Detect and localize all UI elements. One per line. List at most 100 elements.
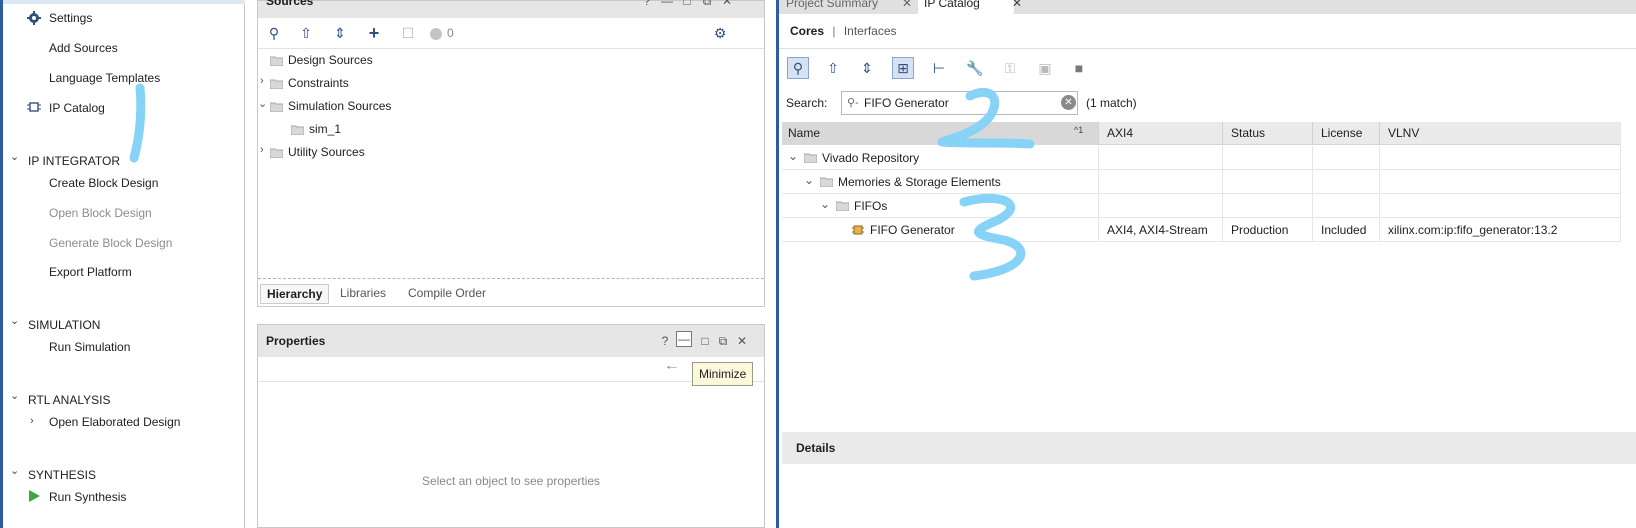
nav-export-platform[interactable]: Export Platform (49, 265, 132, 279)
minimize-icon[interactable]: — (660, 0, 674, 8)
tree-simulation-sources[interactable]: Simulation Sources (288, 99, 391, 113)
details-panel-header: Details (782, 432, 1636, 464)
tab-hierarchy[interactable]: Hierarchy (260, 284, 330, 304)
clear-search-icon[interactable]: ✕ (1061, 95, 1076, 110)
nav-add-sources[interactable]: Add Sources (49, 41, 118, 55)
collapse-all-icon[interactable]: ⇧ (296, 23, 316, 43)
nav-settings[interactable]: Settings (49, 11, 92, 25)
nav-open-elaborated-design[interactable]: Open Elaborated Design (49, 415, 180, 429)
section-rtl-analysis[interactable]: RTL ANALYSIS (28, 393, 110, 407)
table-row[interactable]: FIFO Generator AXI4, AXI4-Stream Product… (782, 218, 1620, 242)
stop-icon[interactable]: ■ (1068, 57, 1090, 79)
column-vlnv[interactable]: VLNV (1388, 126, 1419, 140)
close-icon[interactable]: ✕ (720, 0, 734, 8)
column-line (1312, 146, 1313, 242)
customize-ip-icon[interactable]: 🔧 (964, 57, 986, 79)
ip-chip-icon[interactable]: ▣ (1034, 57, 1056, 79)
search-input[interactable] (841, 91, 1078, 115)
table-row[interactable]: ⌄ Memories & Storage Elements (782, 170, 1620, 194)
folder-icon (270, 79, 283, 89)
column-status[interactable]: Status (1231, 126, 1265, 140)
chevron-down-icon[interactable]: ⌄ (10, 464, 19, 477)
tree-sim-1[interactable]: sim_1 (309, 122, 341, 136)
run-play-icon (29, 490, 40, 502)
column-separator[interactable] (1312, 122, 1313, 145)
folder-icon (820, 177, 833, 187)
nav-ip-catalog[interactable]: IP Catalog (49, 101, 105, 115)
help-icon[interactable]: ☐ (398, 23, 418, 43)
column-license[interactable]: License (1321, 126, 1362, 140)
nav-language-templates[interactable]: Language Templates (49, 71, 160, 85)
close-icon[interactable]: ✕ (735, 334, 749, 348)
nav-run-simulation[interactable]: Run Simulation (49, 340, 130, 354)
gear-icon (27, 11, 41, 25)
divider (258, 381, 764, 382)
nav-generate-block-design[interactable]: Generate Block Design (49, 236, 172, 250)
tab-libraries[interactable]: Libraries (334, 284, 392, 302)
table-row[interactable]: ⌄ Vivado Repository (782, 146, 1620, 170)
chevron-down-icon[interactable]: ⌄ (820, 197, 830, 211)
tree-constraints[interactable]: Constraints (288, 76, 349, 90)
close-icon[interactable]: ✕ (1012, 0, 1022, 10)
chevron-right-icon[interactable]: › (30, 415, 34, 427)
tab-project-summary[interactable]: Project Summary (786, 0, 896, 14)
chevron-right-icon[interactable]: › (260, 75, 264, 87)
details-title: Details (796, 441, 836, 455)
collapse-all-icon[interactable]: ⇧ (822, 57, 844, 79)
section-ip-integrator[interactable]: IP INTEGRATOR (28, 154, 120, 168)
chevron-down-icon[interactable]: ⌄ (788, 149, 798, 163)
close-icon[interactable]: ✕ (902, 0, 912, 10)
help-icon[interactable]: ? (640, 0, 654, 8)
section-synthesis[interactable]: SYNTHESIS (28, 468, 96, 482)
table-row[interactable]: ⌄ FIFOs (782, 194, 1620, 218)
nav-run-synthesis[interactable]: Run Synthesis (49, 490, 126, 504)
chevron-down-icon[interactable]: ⌄ (804, 173, 814, 187)
chevron-down-icon[interactable]: ⌄ (258, 97, 267, 110)
column-axi4[interactable]: AXI4 (1107, 126, 1133, 140)
maximize-icon[interactable]: □ (698, 334, 712, 348)
float-icon[interactable]: ⧉ (716, 334, 730, 349)
row-vlnv: xilinx.com:ip:fifo_generator:13.2 (1388, 223, 1558, 237)
subtab-interfaces[interactable]: Interfaces (844, 24, 897, 38)
folder-icon (270, 148, 283, 158)
row-status: Production (1231, 223, 1289, 237)
nav-open-block-design[interactable]: Open Block Design (49, 206, 152, 220)
column-separator[interactable] (1222, 122, 1223, 145)
tab-compile-order[interactable]: Compile Order (402, 284, 492, 302)
chevron-down-icon[interactable]: ⌄ (10, 389, 19, 402)
row-name: Vivado Repository (822, 151, 920, 165)
search-icon[interactable]: ⚲ (787, 57, 809, 79)
chevron-right-icon[interactable]: › (260, 144, 264, 156)
row-name: FIFO Generator (870, 223, 955, 237)
hierarchy-view-icon[interactable]: ⊢ (928, 57, 950, 79)
row-name: Memories & Storage Elements (838, 175, 1001, 189)
maximize-icon[interactable]: □ (680, 0, 694, 8)
help-icon[interactable]: ? (658, 334, 672, 348)
add-sources-icon[interactable]: + (364, 23, 384, 43)
float-icon[interactable]: ⧉ (700, 0, 714, 9)
expand-all-icon[interactable]: ⇕ (856, 57, 878, 79)
filter-icon[interactable]: ⊞ (892, 57, 914, 79)
tab-ip-catalog[interactable]: IP Catalog (918, 0, 1014, 14)
back-arrow-icon[interactable]: 🠐 (666, 359, 677, 381)
folder-icon (836, 201, 849, 211)
subtab-cores[interactable]: Cores (790, 24, 824, 38)
document-tab-strip: Project Summary ✕ IP Catalog ✕ (776, 0, 1636, 14)
column-separator[interactable] (1379, 122, 1380, 145)
tree-utility-sources[interactable]: Utility Sources (288, 145, 365, 159)
tree-design-sources[interactable]: Design Sources (288, 53, 373, 67)
chevron-down-icon[interactable]: ⌄ (10, 150, 19, 163)
nav-create-block-design[interactable]: Create Block Design (49, 176, 158, 190)
minimize-icon[interactable]: — (676, 331, 692, 347)
license-key-icon[interactable]: ⚿ (999, 57, 1021, 79)
column-name[interactable]: Name (788, 126, 820, 140)
row-axi4: AXI4, AXI4-Stream (1107, 223, 1208, 237)
search-icon[interactable]: ⚲ (264, 23, 284, 43)
ip-core-icon (852, 225, 864, 235)
divider (776, 48, 1636, 49)
column-separator[interactable] (1098, 122, 1099, 145)
expand-all-icon[interactable]: ⇕ (330, 23, 350, 43)
chevron-down-icon[interactable]: ⌄ (10, 314, 19, 327)
section-simulation[interactable]: SIMULATION (28, 318, 100, 332)
gear-icon[interactable]: ⚙ (710, 23, 730, 43)
